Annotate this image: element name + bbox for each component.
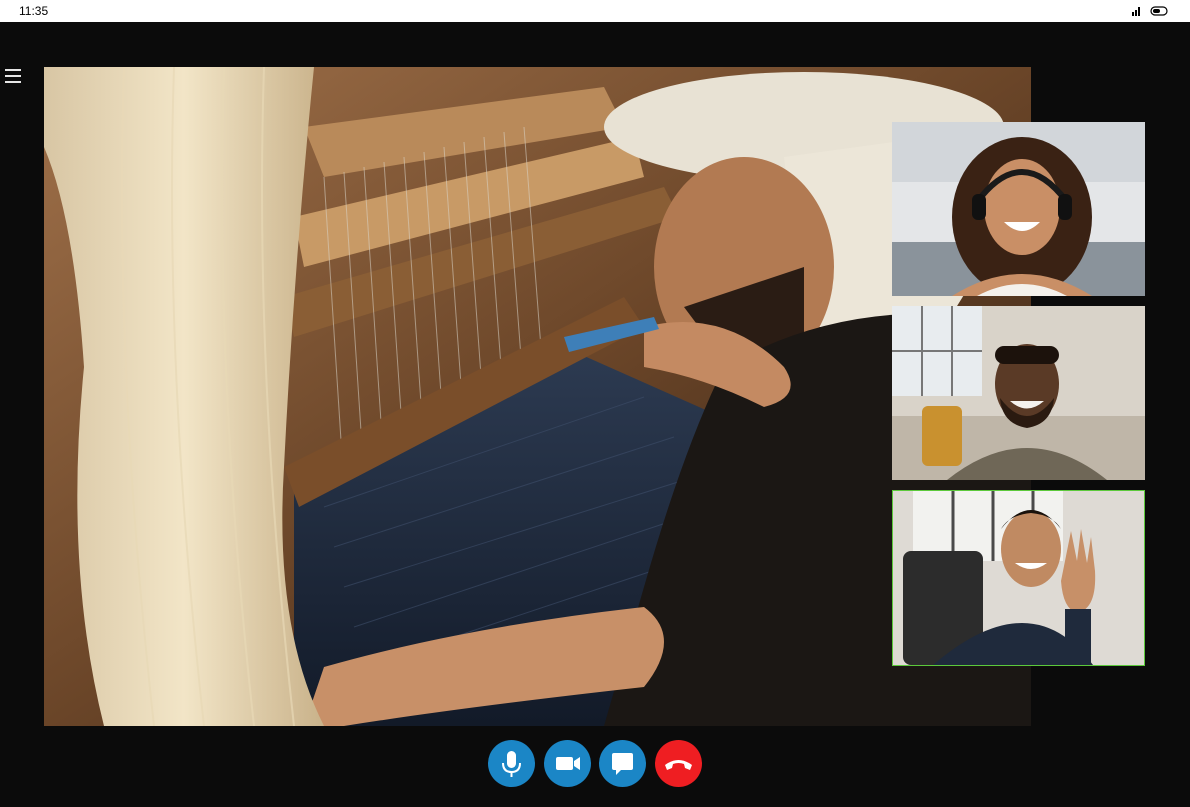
signal-icon xyxy=(1132,7,1140,16)
hamburger-menu-icon[interactable] xyxy=(5,66,21,86)
mute-button[interactable] xyxy=(488,740,535,787)
end-call-button[interactable] xyxy=(655,740,702,787)
chat-button[interactable] xyxy=(599,740,646,787)
participant-video xyxy=(892,306,1145,480)
main-video-feed[interactable] xyxy=(44,67,1031,726)
status-time: 11:35 xyxy=(19,4,49,18)
hang-up-icon xyxy=(665,760,692,770)
participant-video xyxy=(893,491,1144,665)
chat-bubble-icon xyxy=(612,753,633,775)
main-video-image xyxy=(44,67,1031,726)
status-icons xyxy=(1132,6,1168,16)
participant-tile-woman-with-headphones[interactable] xyxy=(892,122,1145,296)
participant-tile-man-smiling[interactable] xyxy=(892,306,1145,480)
participant-video xyxy=(892,122,1145,296)
microphone-icon xyxy=(502,751,521,777)
battery-icon xyxy=(1150,6,1168,16)
camera-button[interactable] xyxy=(544,740,591,787)
status-bar: 11:35 xyxy=(0,0,1190,22)
participant-tile-man-waving[interactable] xyxy=(892,490,1145,666)
video-camera-icon xyxy=(556,757,580,770)
